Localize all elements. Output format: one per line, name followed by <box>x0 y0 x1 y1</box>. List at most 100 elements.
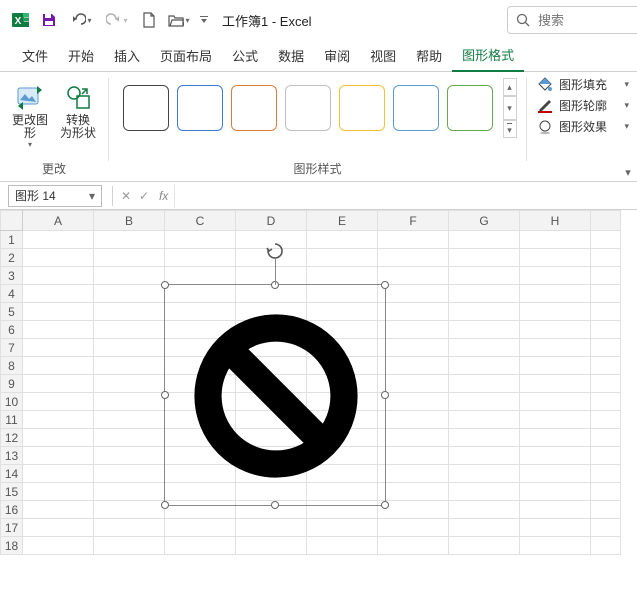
cell[interactable] <box>236 519 307 537</box>
cell[interactable] <box>378 465 449 483</box>
cell[interactable] <box>520 393 591 411</box>
cell[interactable] <box>520 429 591 447</box>
cell[interactable] <box>591 321 621 339</box>
cell[interactable] <box>23 429 94 447</box>
cell[interactable] <box>520 339 591 357</box>
cell[interactable] <box>94 447 165 465</box>
cell[interactable] <box>165 249 236 267</box>
cell[interactable] <box>23 537 94 555</box>
row-header-9[interactable]: 9 <box>1 375 23 393</box>
cell[interactable] <box>378 375 449 393</box>
cell[interactable] <box>520 285 591 303</box>
convert-shape-button[interactable]: 转换 为形状 <box>54 78 102 149</box>
cell[interactable] <box>23 447 94 465</box>
cell[interactable] <box>94 303 165 321</box>
gallery-down-button[interactable]: ▾ <box>503 96 517 120</box>
cell[interactable] <box>520 537 591 555</box>
cell[interactable] <box>236 537 307 555</box>
shape-effects-button[interactable]: 图形效果▾ <box>537 118 629 135</box>
cell[interactable] <box>591 339 621 357</box>
cell[interactable] <box>23 411 94 429</box>
cell[interactable] <box>520 483 591 501</box>
cell[interactable] <box>591 465 621 483</box>
style-swatch-0[interactable] <box>123 85 169 131</box>
cell[interactable] <box>449 483 520 501</box>
cell[interactable] <box>520 357 591 375</box>
cell[interactable] <box>23 519 94 537</box>
formula-enter-button[interactable]: ✓ <box>135 187 153 205</box>
search-box[interactable] <box>507 6 637 34</box>
name-box[interactable]: 图形 14 ▾ <box>8 185 102 207</box>
cell[interactable] <box>307 249 378 267</box>
cell[interactable] <box>307 537 378 555</box>
cell[interactable] <box>165 231 236 249</box>
cell[interactable] <box>378 249 449 267</box>
cell[interactable] <box>94 393 165 411</box>
cell[interactable] <box>520 519 591 537</box>
col-header-H[interactable]: H <box>520 211 591 231</box>
new-file-icon[interactable] <box>136 7 162 33</box>
cell[interactable] <box>378 519 449 537</box>
ribbon-collapse-button[interactable]: ▾ <box>621 165 635 179</box>
tab-view[interactable]: 视图 <box>360 40 406 71</box>
redo-icon[interactable]: ▾ <box>100 7 134 33</box>
cell[interactable] <box>307 267 378 285</box>
resize-handle-se[interactable] <box>381 501 389 509</box>
cell[interactable] <box>94 465 165 483</box>
row-header-6[interactable]: 6 <box>1 321 23 339</box>
style-swatch-2[interactable] <box>231 85 277 131</box>
cell[interactable] <box>449 501 520 519</box>
shape-outline-button[interactable]: 图形轮廓▾ <box>537 97 629 114</box>
tab-insert[interactable]: 插入 <box>104 40 150 71</box>
cell[interactable] <box>23 483 94 501</box>
cell[interactable] <box>94 285 165 303</box>
cell[interactable] <box>94 519 165 537</box>
style-swatch-5[interactable] <box>393 85 439 131</box>
cell[interactable] <box>23 375 94 393</box>
cell[interactable] <box>591 447 621 465</box>
cell[interactable] <box>378 447 449 465</box>
cell[interactable] <box>591 537 621 555</box>
cell[interactable] <box>23 303 94 321</box>
resize-handle-ne[interactable] <box>381 281 389 289</box>
row-header-2[interactable]: 2 <box>1 249 23 267</box>
row-header-4[interactable]: 4 <box>1 285 23 303</box>
tab-help[interactable]: 帮助 <box>406 40 452 71</box>
cell[interactable] <box>449 231 520 249</box>
cell[interactable] <box>449 411 520 429</box>
cell[interactable] <box>449 321 520 339</box>
cell[interactable] <box>591 375 621 393</box>
cell[interactable] <box>449 375 520 393</box>
row-header-13[interactable]: 13 <box>1 447 23 465</box>
cell[interactable] <box>520 249 591 267</box>
cell[interactable] <box>591 231 621 249</box>
gallery-more-button[interactable]: ▾ <box>503 120 517 138</box>
cell[interactable] <box>449 285 520 303</box>
cell[interactable] <box>23 285 94 303</box>
fx-label[interactable]: fx <box>159 189 168 203</box>
cell[interactable] <box>449 447 520 465</box>
cell[interactable] <box>520 303 591 321</box>
cell[interactable] <box>23 465 94 483</box>
col-header-A[interactable]: A <box>23 211 94 231</box>
qat-customize-icon[interactable] <box>196 7 212 33</box>
cell[interactable] <box>94 483 165 501</box>
row-header-14[interactable]: 14 <box>1 465 23 483</box>
cell[interactable] <box>591 411 621 429</box>
cell[interactable] <box>520 321 591 339</box>
cell[interactable] <box>449 357 520 375</box>
cell[interactable] <box>449 393 520 411</box>
cell[interactable] <box>23 249 94 267</box>
row-header-10[interactable]: 10 <box>1 393 23 411</box>
cell[interactable] <box>23 501 94 519</box>
style-swatch-3[interactable] <box>285 85 331 131</box>
cell[interactable] <box>591 393 621 411</box>
cell[interactable] <box>520 411 591 429</box>
row-header-18[interactable]: 18 <box>1 537 23 555</box>
col-header-G[interactable]: G <box>449 211 520 231</box>
row-header-11[interactable]: 11 <box>1 411 23 429</box>
save-icon[interactable] <box>36 7 62 33</box>
cell[interactable] <box>591 357 621 375</box>
tab-pagelayout[interactable]: 页面布局 <box>150 40 222 71</box>
cell[interactable] <box>94 501 165 519</box>
